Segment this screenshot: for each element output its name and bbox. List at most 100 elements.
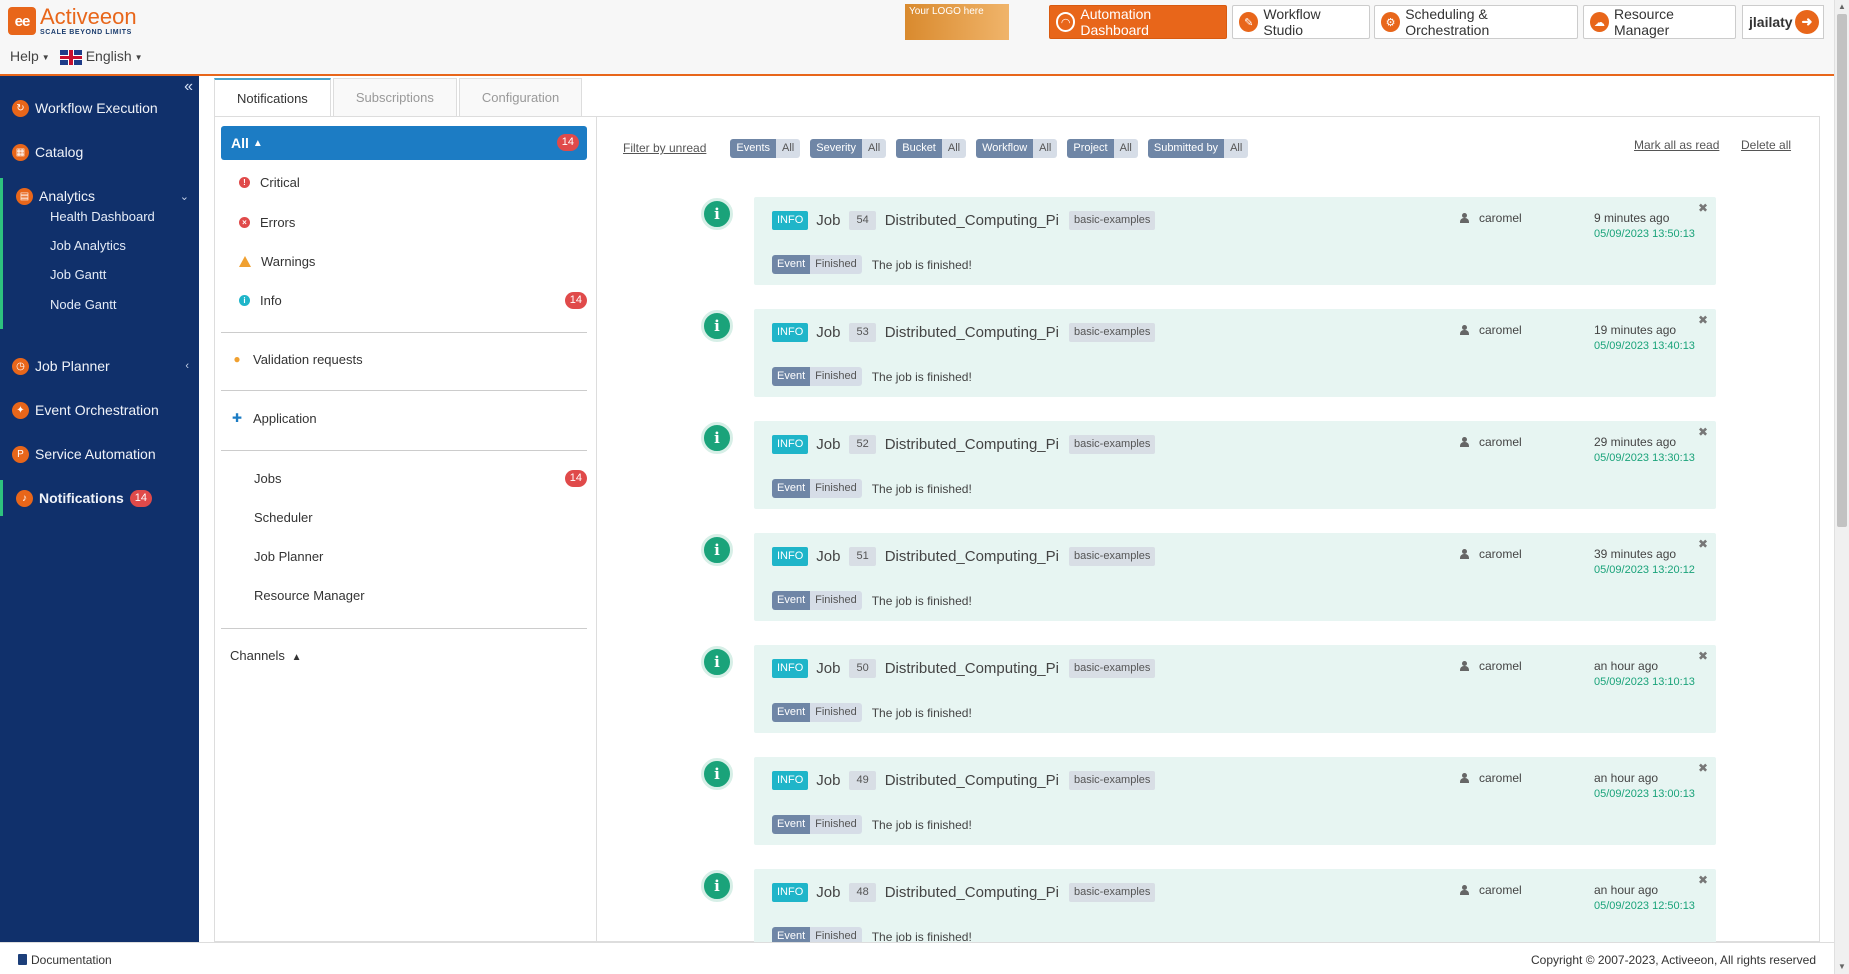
submitted-by: caromel bbox=[1479, 771, 1522, 785]
delete-all-link[interactable]: Delete all bbox=[1741, 138, 1791, 152]
scroll-down-icon[interactable]: ▼ bbox=[1838, 962, 1846, 971]
scroll-up-icon[interactable]: ▲ bbox=[1838, 2, 1846, 11]
jobs-count-badge: 14 bbox=[564, 469, 587, 487]
filter-label: Validation requests bbox=[253, 351, 363, 367]
chip-value: All bbox=[862, 138, 887, 158]
filter-application[interactable]: ✚ Application bbox=[221, 406, 587, 430]
job-id-badge[interactable]: 52 bbox=[849, 435, 876, 454]
filter-source-jobs[interactable]: Jobs 14 bbox=[221, 466, 587, 490]
filter-all[interactable]: All ▲ 14 bbox=[221, 126, 587, 160]
filter-source-job-planner[interactable]: Job Planner bbox=[221, 544, 587, 568]
sidebar-item-workflow-execution[interactable]: ↻ Workflow Execution bbox=[0, 90, 199, 126]
caret-down-icon: ▼ bbox=[41, 53, 50, 63]
event-status: Finished bbox=[810, 367, 862, 386]
puzzle-icon: ✚ bbox=[231, 411, 243, 425]
sidebar-sub-job-analytics[interactable]: Job Analytics bbox=[50, 238, 126, 253]
language-menu[interactable]: English ▼ bbox=[59, 48, 143, 65]
chip-submitted-by[interactable]: Submitted by All bbox=[1147, 138, 1249, 158]
notification-message: The job is finished! bbox=[871, 481, 972, 496]
page-scrollbar[interactable]: ▲ ▼ bbox=[1834, 0, 1849, 974]
divider bbox=[221, 332, 587, 333]
chip-value: All bbox=[1113, 138, 1138, 158]
filter-source-resource-manager[interactable]: Resource Manager bbox=[221, 583, 587, 607]
brand-logo[interactable]: ee Activeeon SCALE BEYOND LIMITS bbox=[8, 6, 137, 36]
close-icon[interactable]: ✖ bbox=[1698, 761, 1708, 775]
copyright-text: Copyright © 2007-2023, Activeeon, All ri… bbox=[1531, 953, 1816, 967]
sidebar-item-service-automation[interactable]: P Service Automation bbox=[0, 436, 199, 472]
user-menu[interactable]: jlailaty ➜ bbox=[1742, 5, 1824, 39]
workflow-name: Distributed_Computing_Pi bbox=[884, 436, 1059, 453]
job-id-badge[interactable]: 49 bbox=[849, 771, 876, 790]
job-id-badge[interactable]: 53 bbox=[849, 323, 876, 342]
chip-severity[interactable]: Severity All bbox=[810, 138, 887, 158]
filter-errors[interactable]: × Errors bbox=[221, 210, 587, 234]
notification-card[interactable]: ✖ INFO Job 49 Distributed_Computing_Pi b… bbox=[754, 757, 1716, 845]
chip-project[interactable]: Project All bbox=[1067, 138, 1138, 158]
scroll-thumb[interactable] bbox=[1837, 14, 1847, 527]
bucket-badge: basic-examples bbox=[1068, 771, 1156, 790]
filter-info[interactable]: i Info 14 bbox=[221, 288, 587, 312]
sidebar-item-notifications[interactable]: ♪ Notifications 14 bbox=[0, 480, 199, 516]
level-badge: INFO bbox=[772, 547, 809, 566]
notification-card[interactable]: ✖ INFO Job 48 Distributed_Computing_Pi b… bbox=[754, 869, 1716, 942]
sidebar-sub-health-dashboard[interactable]: Health Dashboard bbox=[50, 209, 155, 224]
notification-card[interactable]: ✖ INFO Job 52 Distributed_Computing_Pi b… bbox=[754, 421, 1716, 509]
chip-value: All bbox=[776, 138, 801, 158]
job-label: Job bbox=[816, 884, 841, 901]
close-icon[interactable]: ✖ bbox=[1698, 201, 1708, 215]
close-icon[interactable]: ✖ bbox=[1698, 537, 1708, 551]
notification-card[interactable]: ✖ INFO Job 53 Distributed_Computing_Pi b… bbox=[754, 309, 1716, 397]
filter-critical[interactable]: ! Critical bbox=[221, 170, 587, 194]
job-label: Job bbox=[816, 772, 841, 789]
sidebar-sub-node-gantt[interactable]: Node Gantt bbox=[50, 297, 117, 312]
job-id-badge[interactable]: 54 bbox=[849, 211, 876, 230]
filter-by-unread-link[interactable]: Filter by unread bbox=[623, 141, 706, 155]
event-type: Event bbox=[772, 591, 811, 610]
tab-notifications[interactable]: Notifications bbox=[214, 78, 331, 116]
filter-source-scheduler[interactable]: Scheduler bbox=[221, 505, 587, 529]
brand-tagline: SCALE BEYOND LIMITS bbox=[40, 29, 132, 36]
event-status: Finished bbox=[810, 815, 862, 834]
footer: Documentation Copyright © 2007-2023, Act… bbox=[0, 942, 1849, 974]
scheduling-orchestration-button[interactable]: ⚙ Scheduling & Orchestration bbox=[1374, 5, 1578, 39]
notification-card[interactable]: ✖ INFO Job 50 Distributed_Computing_Pi b… bbox=[754, 645, 1716, 733]
chip-bucket[interactable]: Bucket All bbox=[896, 138, 967, 158]
job-id-badge[interactable]: 50 bbox=[849, 659, 876, 678]
channels-toggle[interactable]: Channels ▲ bbox=[230, 648, 301, 663]
event-status: Finished bbox=[810, 927, 862, 942]
job-id-badge[interactable]: 48 bbox=[849, 883, 876, 902]
event-status-badge: Event Finished bbox=[772, 927, 862, 942]
close-icon[interactable]: ✖ bbox=[1698, 649, 1708, 663]
tab-configuration[interactable]: Configuration bbox=[458, 78, 583, 116]
sidebar-sub-job-gantt[interactable]: Job Gantt bbox=[50, 267, 106, 282]
notification-card[interactable]: ✖ INFO Job 54 Distributed_Computing_Pi b… bbox=[754, 197, 1716, 285]
resource-manager-button[interactable]: ☁ Resource Manager bbox=[1583, 5, 1736, 39]
sidebar-item-catalog[interactable]: ▦ Catalog bbox=[0, 134, 199, 170]
close-icon[interactable]: ✖ bbox=[1698, 313, 1708, 327]
sidebar-item-job-planner[interactable]: ◷ Job Planner ‹ bbox=[0, 348, 199, 384]
filter-label: Scheduler bbox=[254, 509, 313, 525]
user-icon bbox=[1460, 773, 1469, 783]
tab-subscriptions[interactable]: Subscriptions bbox=[332, 78, 457, 116]
chevron-up-icon: ▲ bbox=[252, 137, 263, 149]
filter-validation-requests[interactable]: ● Validation requests bbox=[221, 347, 587, 371]
chip-workflow[interactable]: Workflow All bbox=[976, 138, 1058, 158]
close-icon[interactable]: ✖ bbox=[1698, 425, 1708, 439]
workflow-studio-button[interactable]: ✎ Workflow Studio bbox=[1232, 5, 1370, 39]
documentation-link[interactable]: Documentation bbox=[18, 953, 112, 967]
close-icon[interactable]: ✖ bbox=[1698, 873, 1708, 887]
job-label: Job bbox=[816, 548, 841, 565]
logout-icon[interactable]: ➜ bbox=[1795, 10, 1819, 34]
mark-all-read-link[interactable]: Mark all as read bbox=[1634, 138, 1719, 152]
filter-warnings[interactable]: Warnings bbox=[221, 249, 587, 273]
job-id-badge[interactable]: 51 bbox=[849, 547, 876, 566]
submitted-by: caromel bbox=[1479, 435, 1522, 449]
notification-message: The job is finished! bbox=[871, 929, 972, 943]
sidebar-item-event-orchestration[interactable]: ✦ Event Orchestration bbox=[0, 392, 199, 428]
help-menu[interactable]: Help ▼ bbox=[10, 48, 50, 64]
automation-dashboard-button[interactable]: ◠ Automation Dashboard bbox=[1049, 5, 1227, 39]
notification-card[interactable]: ✖ INFO Job 51 Distributed_Computing_Pi b… bbox=[754, 533, 1716, 621]
bucket-badge: basic-examples bbox=[1068, 659, 1156, 678]
timestamp: 05/09/2023 13:20:12 bbox=[1594, 564, 1695, 576]
chip-events[interactable]: Events All bbox=[730, 138, 801, 158]
